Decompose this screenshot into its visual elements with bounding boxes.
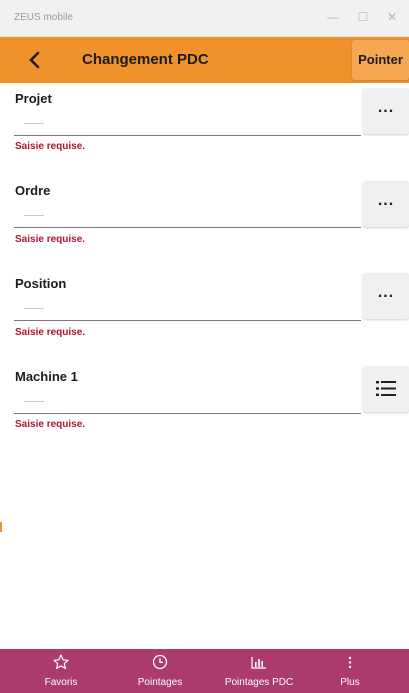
projet-browse-button[interactable]: ... xyxy=(363,88,409,134)
pointer-button[interactable]: Pointer xyxy=(352,40,409,80)
edge-accent xyxy=(0,522,2,532)
machine-input[interactable] xyxy=(14,388,361,414)
machine-label-suffix: 1 xyxy=(70,369,78,384)
bottom-navigation: Favoris Pointages Pointages PDC Plus xyxy=(0,649,409,693)
position-label: Position xyxy=(15,276,67,291)
nav-plus[interactable]: Plus xyxy=(305,649,395,693)
machine-list-button[interactable] xyxy=(363,366,409,412)
maximize-icon[interactable]: ☐ xyxy=(352,6,374,28)
close-icon[interactable]: ✕ xyxy=(381,6,403,28)
position-input[interactable] xyxy=(14,295,361,321)
list-icon xyxy=(376,381,396,396)
more-vertical-icon xyxy=(348,656,352,669)
position-error: Saisie requise. xyxy=(15,327,86,338)
star-icon xyxy=(53,654,69,670)
nav-pointages-pdc[interactable]: Pointages PDC xyxy=(214,649,304,693)
window-title: ZEUS mobile xyxy=(14,12,73,23)
back-arrow-icon[interactable] xyxy=(22,47,48,73)
ordre-label: Ordre xyxy=(15,183,51,198)
projet-input[interactable] xyxy=(14,110,361,136)
ordre-input[interactable] xyxy=(14,202,361,228)
nav-pointages-label: Pointages xyxy=(137,677,183,688)
nav-plus-label: Plus xyxy=(340,677,360,688)
bar-chart-icon xyxy=(251,657,266,669)
clock-icon xyxy=(152,654,168,670)
nav-pointages-pdc-label: Pointages PDC xyxy=(224,677,294,688)
nav-pointages[interactable]: Pointages xyxy=(115,649,205,693)
projet-label: Projet xyxy=(15,91,52,106)
window-titlebar: ZEUS mobile — ☐ ✕ xyxy=(0,0,409,37)
machine-label: Machine 1 xyxy=(15,369,78,384)
minimize-icon[interactable]: — xyxy=(322,6,344,28)
nav-favoris-label: Favoris xyxy=(44,677,78,688)
nav-favoris[interactable]: Favoris xyxy=(16,649,106,693)
ordre-browse-button[interactable]: ... xyxy=(363,181,409,227)
page-title: Changement PDC xyxy=(82,51,209,68)
app-bar: Changement PDC xyxy=(0,37,409,83)
machine-error: Saisie requise. xyxy=(15,419,86,430)
position-browse-button[interactable]: ... xyxy=(363,273,409,319)
projet-error: Saisie requise. xyxy=(15,141,86,152)
machine-label-text: Machine xyxy=(15,369,68,384)
ordre-error: Saisie requise. xyxy=(15,234,86,245)
